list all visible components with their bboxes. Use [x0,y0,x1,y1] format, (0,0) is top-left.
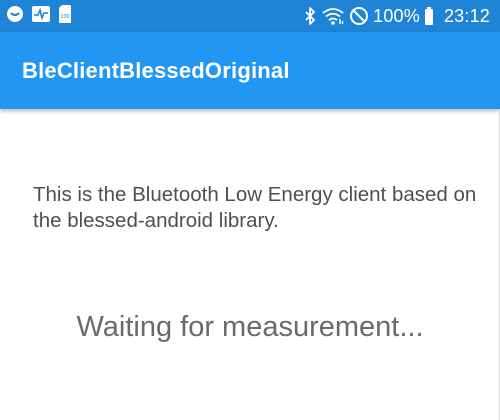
status-bar: 100 100% 23:12 [0,0,500,32]
battery-icon [424,6,434,26]
status-clock: 23:12 [443,5,490,26]
app-description: This is the Bluetooth Low Energy client … [33,183,477,232]
app-screen: 100 100% 23:12 BleClientBlessedOriginal … [0,0,500,420]
measurement-status: Waiting for measurement... [76,311,424,343]
activity-icon [31,5,51,28]
battery-percent: 100% [373,5,420,26]
chat-bubble-icon [6,5,24,28]
app-title: BleClientBlessedOriginal [22,58,290,83]
storage-icon: 100 [58,4,72,29]
wifi-icon [321,6,345,26]
app-bar: BleClientBlessedOriginal [0,32,500,109]
bluetooth-icon [303,6,317,26]
storage-badge: 100 [60,14,69,20]
do-not-disturb-icon [349,6,369,26]
system-status: 100% 23:12 [303,5,490,27]
notification-icons: 100 [6,4,72,29]
